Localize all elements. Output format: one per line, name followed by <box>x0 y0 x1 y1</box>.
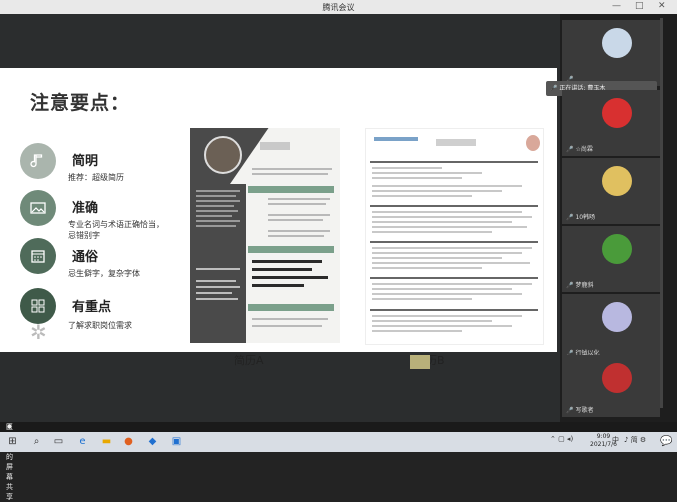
resume-a-name-blur <box>260 142 290 150</box>
windows-start-icon[interactable]: ⊞ <box>6 435 19 448</box>
minimize-button[interactable]: — <box>612 1 621 11</box>
maximize-button[interactable]: □ <box>635 1 644 11</box>
participant-tile[interactable]: 🎤 梦鹿斜 <box>562 226 660 292</box>
participant-name: 写歌者 <box>575 407 594 414</box>
mic-icon: 🎤 <box>566 407 574 414</box>
avatar <box>602 363 632 393</box>
resume-b-thumbnail <box>365 128 544 345</box>
participant-tile[interactable]: 🎤 写歌者 <box>562 355 660 417</box>
notification-icon[interactable]: 💬 <box>660 435 673 448</box>
search-icon[interactable]: ⌕ <box>30 435 43 448</box>
task-view-icon[interactable]: ▭ <box>52 435 65 448</box>
point-desc-4: 了解求职岗位需求 <box>68 321 132 330</box>
participant-tile[interactable]: 🎤 ☆尚霖 <box>562 90 660 156</box>
presentation-slide: 注意要点： 简明 推荐：超级简历 准确 专业名词与术语正确恰当， 忌错别字 通俗… <box>0 68 557 367</box>
firefox-icon[interactable]: ● <box>122 435 135 448</box>
point-desc-3: 忌生僻字，复杂字体 <box>68 269 140 278</box>
resume-a-sidebar <box>190 184 246 343</box>
tray-extra-icons[interactable]: ♪ 简 ⚙ <box>624 435 646 445</box>
mic-icon: 🎤 <box>550 85 560 92</box>
resume-a-photo <box>204 136 242 174</box>
point-title-4: 有重点 <box>72 300 112 315</box>
shared-window-fragment <box>410 355 430 369</box>
participant-name: ☆尚霖 <box>575 146 593 153</box>
tencent-meeting-icon[interactable]: ◆ <box>146 435 159 448</box>
avatar <box>602 28 632 58</box>
resume-a-thumbnail <box>190 128 340 343</box>
point-desc-2: 专业名词与术语正确恰当， 忌错别字 <box>68 220 164 240</box>
mic-icon: 🎤 <box>566 282 574 289</box>
clock-time: 9:09 <box>596 433 611 440</box>
resume-a-section-skills <box>248 246 334 253</box>
edge-browser-icon[interactable]: e <box>76 435 89 448</box>
window-titlebar: 腾讯会议 — □ ✕ <box>0 0 677 14</box>
close-button[interactable]: ✕ <box>658 1 666 11</box>
grid-icon <box>20 288 56 324</box>
point-title-2: 准确 <box>72 201 99 216</box>
taskbar: ⊞ ⌕ ▭ e ▬ ● ◆ ▣ ⌃ ▢ ◂) 中 ♪ 简 ⚙ 9:09 2021… <box>0 432 677 452</box>
avatar <box>602 98 632 128</box>
resume-b-logo <box>374 137 418 141</box>
music-note-icon <box>20 143 56 179</box>
participant-name: 10韩旸 <box>575 214 596 221</box>
image-icon <box>20 190 56 226</box>
point-title-1: 简明 <box>72 154 99 169</box>
participant-tile[interactable]: 🎤 行钺以化 <box>562 294 660 360</box>
gear-icon: ✲ <box>30 320 47 344</box>
mic-icon: 🎤 <box>566 214 574 221</box>
mic-icon: 🎤 <box>566 146 574 153</box>
resume-a-caption: 简历A <box>234 354 264 367</box>
participant-tile[interactable]: 🎤 <box>562 20 660 86</box>
point-desc-1: 推荐：超级简历 <box>68 173 124 182</box>
avatar <box>602 234 632 264</box>
clock-date: 2021/7/6 <box>590 441 617 448</box>
resume-b-name-blur <box>436 139 476 146</box>
resume-a-section-work <box>248 186 334 193</box>
participant-name: 梦鹿斜 <box>575 282 594 289</box>
avatar <box>602 166 632 196</box>
resume-a-section-hobbies <box>248 304 334 311</box>
point-title-3: 通俗 <box>72 250 99 265</box>
tray-icons[interactable]: ⌃ ▢ ◂) <box>550 435 573 443</box>
slide-title: 注意要点： <box>30 92 131 114</box>
participant-tile[interactable]: 🎤 10韩旸 <box>562 158 660 224</box>
app-icon[interactable]: ▣ <box>170 435 183 448</box>
system-clock[interactable]: 9:09 2021/7/6 <box>590 433 617 449</box>
participant-scrollbar[interactable] <box>660 18 663 408</box>
window-title: 腾讯会议 <box>322 3 355 12</box>
screen-share-bar: ▣ 王泓又的屏幕共享 <box>0 422 677 501</box>
avatar <box>602 302 632 332</box>
file-explorer-icon[interactable]: ▬ <box>100 435 113 448</box>
calendar-icon <box>20 238 56 274</box>
resume-b-photo <box>526 135 540 151</box>
